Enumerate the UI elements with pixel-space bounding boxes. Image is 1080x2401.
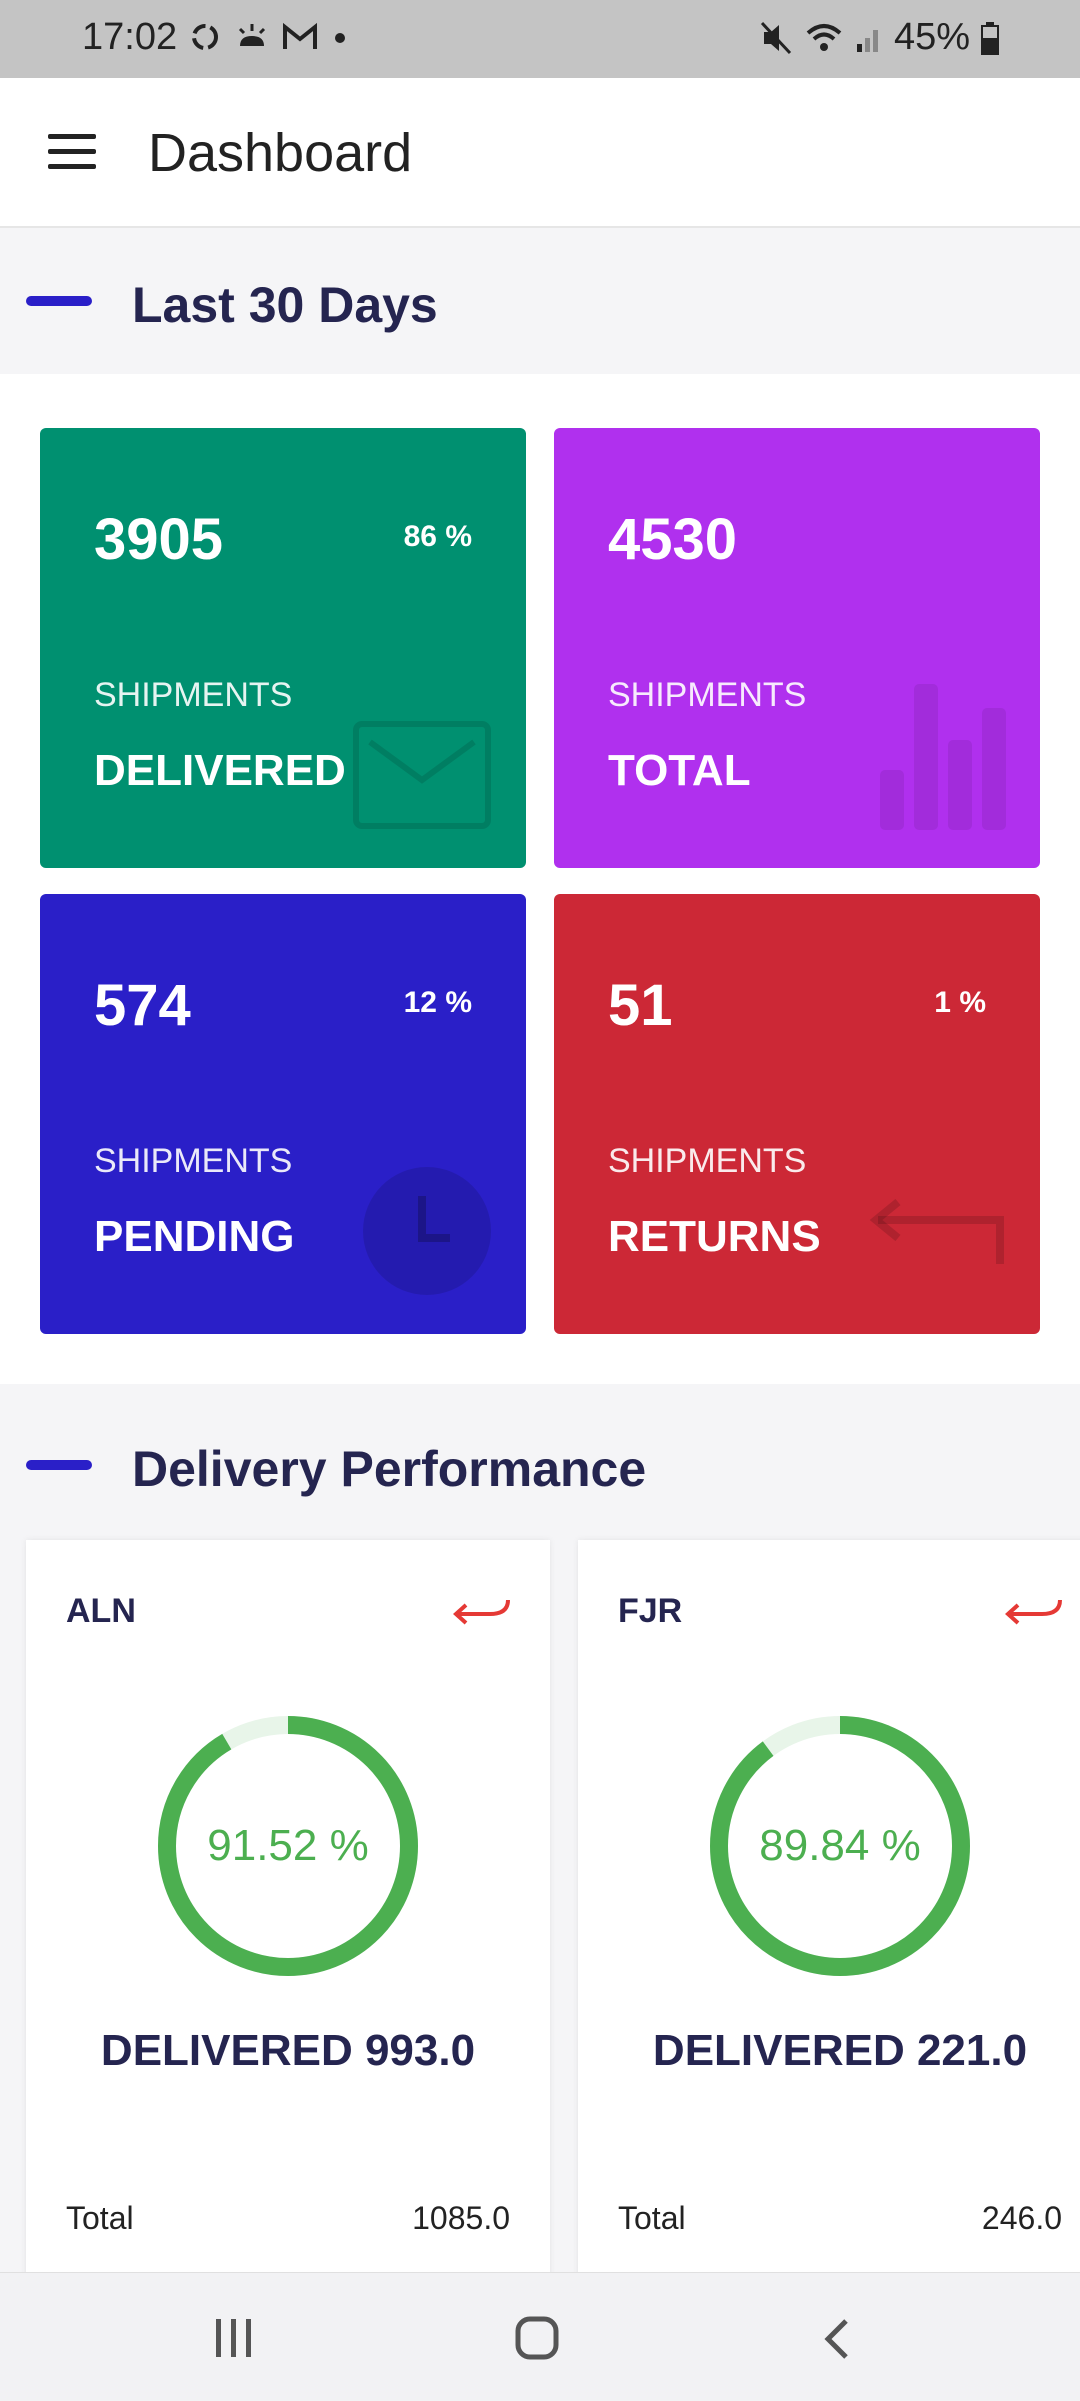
tile-percent: 1 %: [934, 986, 986, 1019]
ring-percent-label: 89.84 %: [759, 1821, 921, 1870]
section-title: Last 30 Days: [132, 277, 438, 333]
bar-chart-icon: [880, 684, 1006, 830]
app-bar: Dashboard: [0, 78, 1080, 228]
performance-card-fjr[interactable]: FJR 89.84 % DELIVERED 221.0 Total 246.0: [578, 1540, 1080, 2400]
tile-status: RETURNS: [608, 1212, 821, 1261]
dot-icon: [335, 33, 345, 43]
sync-icon: [192, 24, 218, 50]
tile-returns[interactable]: 51 1 % SHIPMENTS RETURNS: [554, 894, 1040, 1334]
tile-status: TOTAL: [608, 746, 751, 795]
tile-number: 51: [608, 973, 673, 1038]
return-arrow-icon: [869, 1198, 1004, 1264]
section-accent-bar: [26, 1460, 92, 1470]
tile-number: 3905: [94, 507, 224, 572]
weather-icon: [238, 24, 266, 46]
page-title: Dashboard: [148, 123, 413, 183]
tile-subtitle: SHIPMENTS: [608, 1142, 807, 1180]
system-nav-bar: [0, 2272, 1080, 2401]
tile-status: PENDING: [94, 1212, 295, 1261]
return-arrow-icon[interactable]: [1002, 1596, 1064, 1626]
summary-tiles-panel: 3905 86 % SHIPMENTS DELIVERED 4530 SHIPM…: [0, 374, 1080, 1384]
section-accent-bar: [26, 296, 92, 306]
battery-icon: [981, 21, 999, 55]
gmail-icon: [283, 22, 317, 49]
branch-code: FJR: [618, 1592, 683, 1630]
back-icon[interactable]: [822, 2317, 852, 2361]
home-icon[interactable]: [514, 2315, 560, 2361]
tile-total[interactable]: 4530 SHIPMENTS TOTAL: [554, 428, 1040, 868]
tile-status: DELIVERED: [94, 746, 346, 795]
tile-number: 4530: [608, 507, 738, 572]
total-value: 246.0: [981, 2200, 1062, 2236]
status-time: 17:02: [82, 16, 178, 58]
section-header-last-30-days: Last 30 Days: [0, 228, 1080, 374]
hamburger-menu-icon[interactable]: [48, 134, 96, 170]
tile-percent: 86 %: [403, 520, 472, 553]
total-label: Total: [66, 2200, 134, 2236]
section-header-delivery-performance: Delivery Performance: [0, 1392, 1080, 1538]
status-bar: 17:02 45%: [0, 0, 1080, 78]
tile-delivered[interactable]: 3905 86 % SHIPMENTS DELIVERED: [40, 428, 526, 868]
delivered-count: DELIVERED 221.0: [652, 2026, 1028, 2075]
section-title: Delivery Performance: [132, 1441, 647, 1497]
ring-percent-label: 91.52 %: [207, 1821, 369, 1870]
delivery-ring-chart: 91.52 %: [156, 1714, 420, 1978]
return-arrow-icon[interactable]: [450, 1596, 512, 1626]
performance-card-aln[interactable]: ALN 91.52 % DELIVERED 993.0 Total 1085.0: [26, 1540, 550, 2400]
tile-subtitle: SHIPMENTS: [94, 1142, 293, 1180]
total-value: 1085.0: [412, 2200, 510, 2236]
total-label: Total: [618, 2200, 686, 2236]
envelope-icon: [353, 721, 491, 829]
branch-code: ALN: [66, 1592, 136, 1630]
tile-subtitle: SHIPMENTS: [608, 676, 807, 714]
mute-icon: [760, 21, 792, 54]
battery-percent: 45%: [893, 16, 970, 58]
delivered-count: DELIVERED 993.0: [100, 2026, 476, 2075]
delivery-ring-chart: 89.84 %: [708, 1714, 972, 1978]
wifi-icon: [806, 23, 842, 51]
tile-number: 574: [94, 973, 191, 1038]
tile-pending[interactable]: 574 12 % SHIPMENTS PENDING: [40, 894, 526, 1334]
clock-icon: [363, 1167, 491, 1295]
tile-subtitle: SHIPMENTS: [94, 676, 293, 714]
recent-apps-icon[interactable]: [212, 2317, 256, 2359]
signal-icon: [856, 29, 878, 52]
tile-percent: 12 %: [403, 986, 472, 1019]
